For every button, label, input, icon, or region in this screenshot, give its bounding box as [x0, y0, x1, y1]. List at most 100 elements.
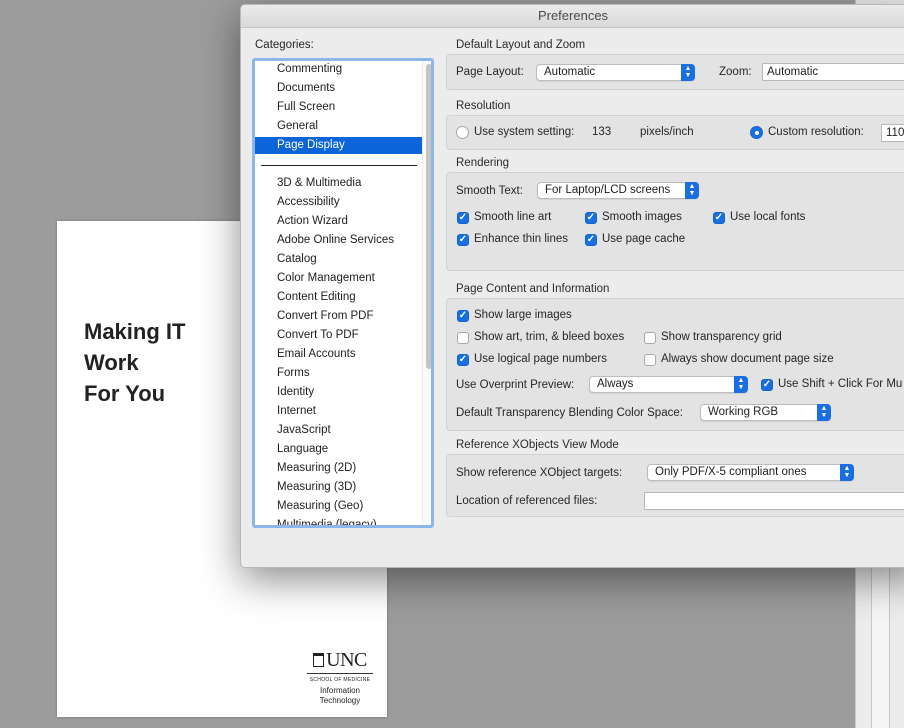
show-art-trim-checkbox[interactable] [457, 332, 469, 344]
use-local-fonts-checkbox[interactable]: ✓ [713, 212, 725, 224]
xobject-targets-value: Only PDF/X-5 compliant ones [655, 466, 807, 478]
layout-zoom-section: Page Layout: Automatic ▲ ▼ Zoom: Automatic [446, 54, 904, 90]
category-item[interactable]: Measuring (3D) [255, 479, 423, 496]
smooth-images-label[interactable]: Smooth images [602, 211, 682, 223]
page-content-section: ✓ Show large images Show art, trim, & bl… [446, 298, 904, 431]
preferences-dialog: Preferences Categories: Commenting Docum… [240, 4, 904, 568]
category-item[interactable]: Language [255, 441, 423, 458]
document-title-line: Work [84, 350, 139, 375]
shift-click-label[interactable]: Use Shift + Click For Mu [778, 378, 902, 390]
use-page-cache-label[interactable]: Use page cache [602, 233, 685, 245]
category-item[interactable]: Forms [255, 365, 423, 382]
resolution-title: Resolution [456, 100, 511, 112]
category-item-selected[interactable]: Page Display [255, 137, 423, 154]
category-item[interactable]: Color Management [255, 270, 423, 287]
custom-resolution-field[interactable]: 110 [881, 124, 904, 142]
page-content-title: Page Content and Information [456, 283, 610, 295]
dialog-titlebar[interactable]: Preferences [241, 5, 904, 28]
smooth-line-art-checkbox[interactable]: ✓ [457, 212, 469, 224]
system-resolution-value: 133 [592, 126, 612, 138]
layout-zoom-title: Default Layout and Zoom [456, 39, 586, 51]
xobject-targets-popup[interactable]: Only PDF/X-5 compliant ones ▲ ▼ [647, 464, 854, 481]
category-item[interactable]: Internet [255, 403, 423, 420]
category-item[interactable]: Accessibility [255, 194, 423, 211]
updown-arrows-icon: ▲ ▼ [681, 64, 695, 81]
category-item[interactable]: Commenting [255, 61, 423, 78]
logo-school: SCHOOL OF MEDICINE [309, 677, 371, 683]
always-show-page-size-label[interactable]: Always show document page size [661, 353, 834, 365]
zoom-field[interactable]: Automatic [762, 63, 904, 81]
system-setting-label[interactable]: Use system setting: [474, 126, 574, 138]
category-item[interactable]: Email Accounts [255, 346, 423, 363]
custom-resolution-label[interactable]: Custom resolution: [768, 126, 864, 138]
use-local-fonts-label[interactable]: Use local fonts [730, 211, 805, 223]
show-art-trim-label[interactable]: Show art, trim, & bleed boxes [474, 331, 624, 343]
document-title-line: Making IT [84, 319, 186, 344]
categories-scrollbar[interactable] [426, 64, 431, 369]
page-layout-popup[interactable]: Automatic ▲ ▼ [536, 64, 695, 81]
enhance-thin-lines-label[interactable]: Enhance thin lines [474, 233, 568, 245]
xobjects-section: Show reference XObject targets: Only PDF… [446, 454, 904, 517]
resolution-section: Use system setting: 133 pixels/inch Cust… [446, 115, 904, 150]
category-item[interactable]: Multimedia (legacy) [255, 517, 423, 525]
category-item[interactable]: Convert To PDF [255, 327, 423, 344]
category-item[interactable]: Measuring (Geo) [255, 498, 423, 515]
document-title: Making IT Work For You [84, 316, 185, 409]
system-setting-radio[interactable] [456, 126, 469, 139]
updown-arrows-icon: ▲ ▼ [734, 376, 748, 393]
category-item[interactable]: General [255, 118, 423, 135]
category-item[interactable]: 3D & Multimedia [255, 175, 423, 192]
category-item[interactable]: Full Screen [255, 99, 423, 116]
category-item[interactable]: Action Wizard [255, 213, 423, 230]
page-layout-value: Automatic [544, 66, 596, 78]
dialog-title: Preferences [537, 8, 609, 23]
enhance-thin-lines-checkbox[interactable]: ✓ [457, 234, 469, 246]
rendering-section: Smooth Text: For Laptop/LCD screens ▲ ▼ ✓ … [446, 172, 904, 271]
always-show-page-size-checkbox[interactable] [644, 354, 656, 366]
shift-click-checkbox[interactable]: ✓ [761, 379, 773, 391]
category-item[interactable]: Adobe Online Services [255, 232, 423, 249]
rendering-title: Rendering [456, 157, 510, 169]
logical-page-numbers-checkbox[interactable]: ✓ [457, 354, 469, 366]
overprint-popup[interactable]: Always ▲ ▼ [589, 376, 748, 393]
show-transparency-grid-checkbox[interactable] [644, 332, 656, 344]
category-item[interactable]: Content Editing [255, 289, 423, 306]
referenced-files-label: Location of referenced files: [456, 495, 598, 507]
logo-dept-line2: Technology [319, 696, 361, 705]
document-title-line: For You [84, 381, 166, 406]
referenced-files-field[interactable] [644, 492, 904, 510]
category-item[interactable]: Identity [255, 384, 423, 401]
smooth-text-value: For Laptop/LCD screens [545, 184, 671, 196]
use-page-cache-checkbox[interactable]: ✓ [585, 234, 597, 246]
categories-list[interactable]: Commenting Documents Full Screen General… [252, 58, 434, 528]
blend-space-popup[interactable]: Working RGB ▲ ▼ [700, 404, 831, 421]
blend-space-label: Default Transparency Blending Color Spac… [456, 407, 683, 419]
updown-arrows-icon: ▲ ▼ [840, 464, 854, 481]
custom-resolution-radio[interactable] [750, 126, 763, 139]
xobject-targets-label: Show reference XObject targets: [456, 467, 623, 479]
updown-arrows-icon: ▲ ▼ [817, 404, 831, 421]
smooth-images-checkbox[interactable]: ✓ [585, 212, 597, 224]
category-divider [261, 165, 417, 166]
smooth-text-popup[interactable]: For Laptop/LCD screens ▲ ▼ [537, 182, 699, 199]
xobjects-title: Reference XObjects View Mode [456, 439, 619, 451]
show-large-images-label[interactable]: Show large images [474, 309, 572, 321]
category-item[interactable]: Measuring (2D) [255, 460, 423, 477]
show-transparency-grid-label[interactable]: Show transparency grid [661, 331, 782, 343]
side-panel-scroll[interactable] [871, 560, 890, 728]
category-item[interactable]: JavaScript [255, 422, 423, 439]
logo-dept-line1: Information [319, 686, 361, 695]
show-large-images-checkbox[interactable]: ✓ [457, 310, 469, 322]
smooth-line-art-label[interactable]: Smooth line art [474, 211, 551, 223]
system-resolution-unit: pixels/inch [640, 126, 694, 138]
blend-space-value: Working RGB [708, 406, 779, 418]
category-item[interactable]: Convert From PDF [255, 308, 423, 325]
old-well-icon [313, 653, 325, 667]
unc-logo: UNC SCHOOL OF MEDICINE Information Techn… [307, 649, 373, 706]
category-item[interactable]: Catalog [255, 251, 423, 268]
updown-arrows-icon: ▲ ▼ [685, 182, 699, 199]
category-item[interactable]: Documents [255, 80, 423, 97]
categories-label: Categories: [255, 39, 314, 51]
logical-page-numbers-label[interactable]: Use logical page numbers [474, 353, 607, 365]
smooth-text-label: Smooth Text: [456, 185, 523, 197]
